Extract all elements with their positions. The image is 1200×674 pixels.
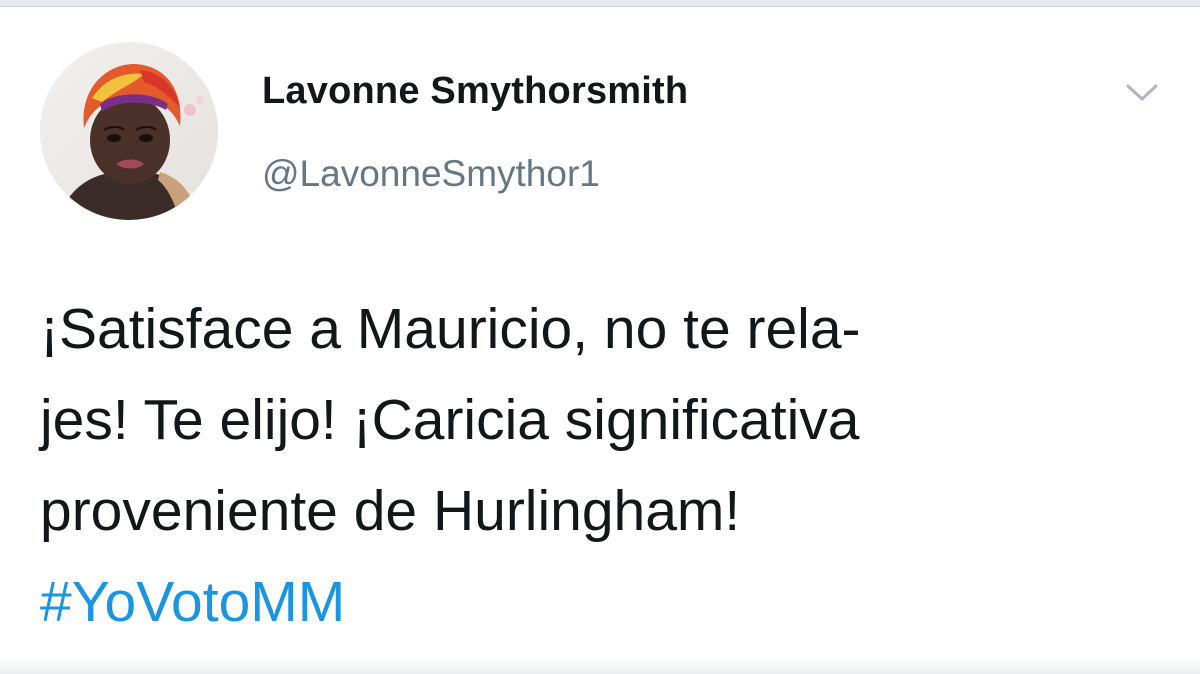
chevron-down-icon [1126, 84, 1158, 101]
tweet-text: ¡Satisface a Mauricio, no te rela- jes! … [40, 284, 1160, 648]
bottom-cutoff [0, 658, 1200, 674]
author-handle[interactable]: @LavonneSmythor1 [262, 153, 600, 195]
hashtag-link[interactable]: #YoVotoMM [40, 557, 1160, 648]
tweet-card: Lavonne Smythorsmith @LavonneSmythor1 ¡S… [0, 0, 1200, 674]
avatar[interactable] [40, 42, 218, 220]
top-divider [0, 0, 1200, 7]
tweet-text-line: jes! Te elijo! ¡Caricia significativa [40, 388, 860, 452]
tweet-text-line: ¡Satisface a Mauricio, no te rela- [40, 297, 861, 361]
author-display-name[interactable]: Lavonne Smythorsmith [262, 70, 688, 113]
profile-photo-icon [40, 42, 218, 220]
tweet-menu-button[interactable] [1124, 78, 1160, 106]
tweet-text-line: proveniente de Hurlingham! [40, 479, 741, 543]
